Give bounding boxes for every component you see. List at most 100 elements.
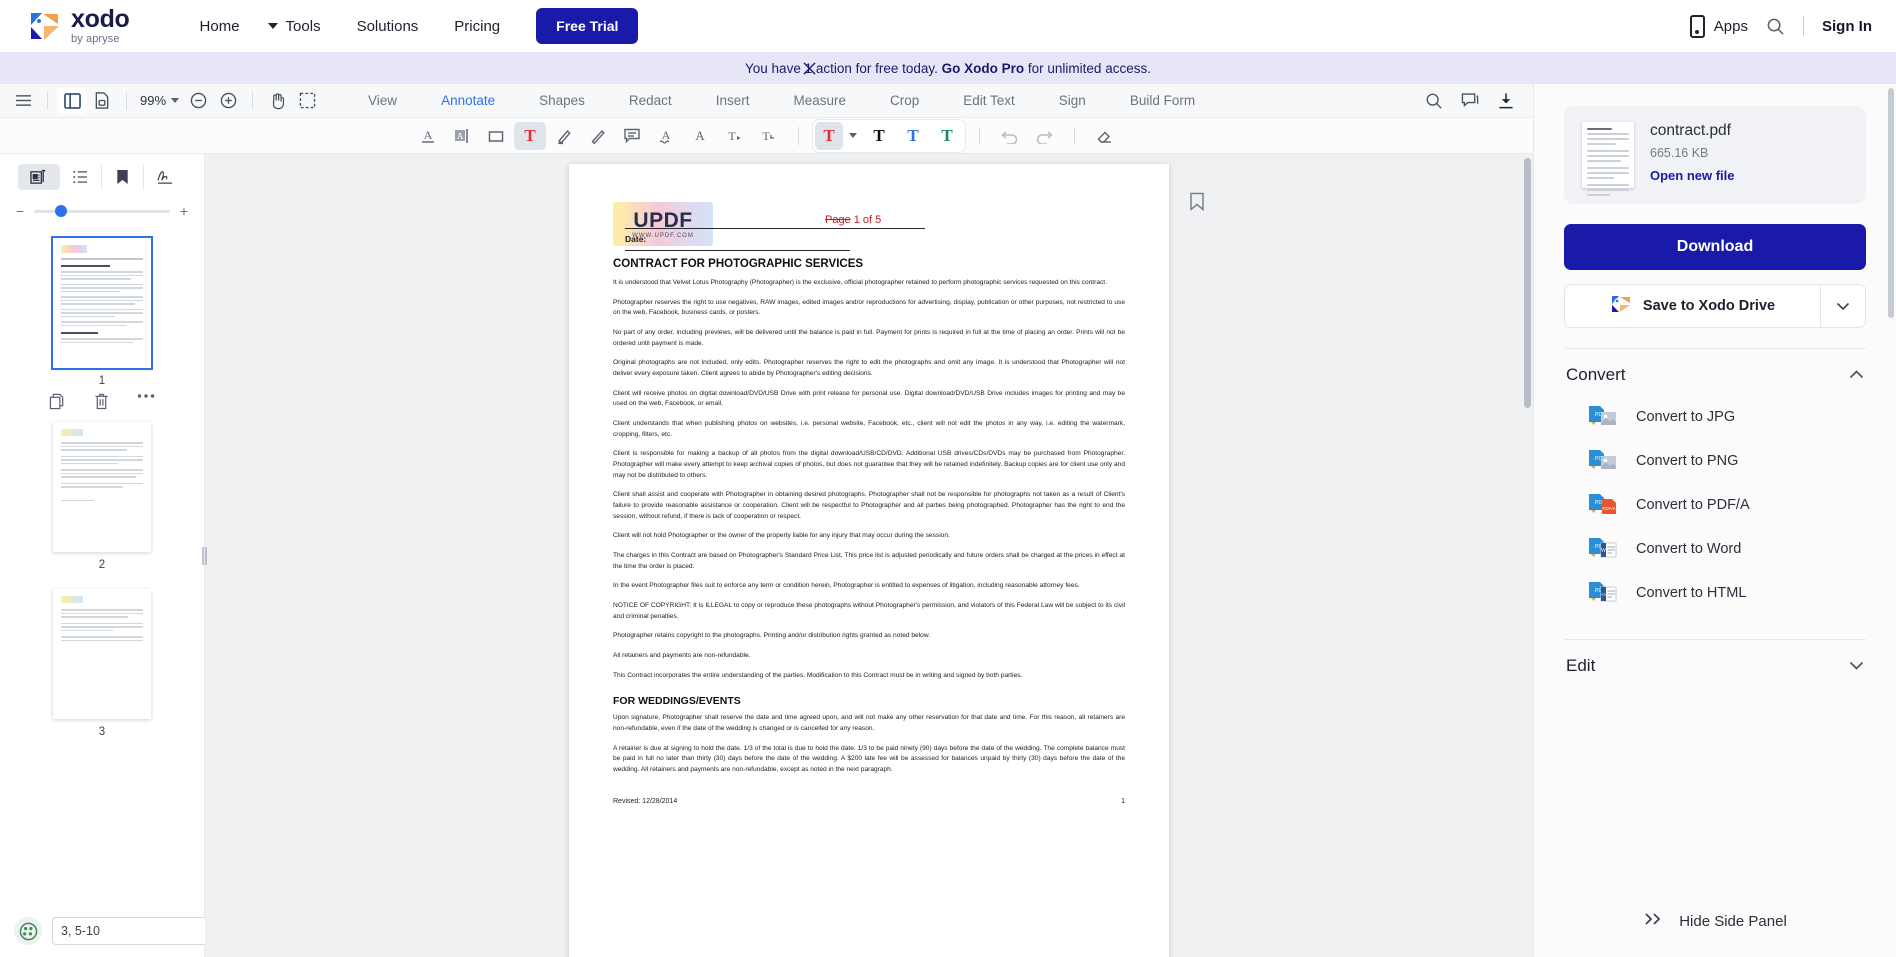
thumbnails-tab[interactable] bbox=[18, 164, 60, 190]
toolbar-right-actions bbox=[1419, 88, 1533, 114]
redo-icon[interactable] bbox=[1028, 122, 1060, 150]
convert-to-pdfa-item[interactable]: PDF PDF/A Convert to PDF/A bbox=[1564, 483, 1866, 527]
tab-build-form[interactable]: Build Form bbox=[1108, 84, 1217, 117]
thumb-zoom-out-label[interactable]: − bbox=[16, 204, 24, 218]
slider-knob[interactable] bbox=[55, 205, 67, 217]
panel-resize-handle[interactable] bbox=[200, 542, 208, 570]
bookmarks-tab[interactable] bbox=[102, 164, 144, 190]
save-to-xodo-drive-button[interactable]: Save to Xodo Drive bbox=[1564, 284, 1866, 328]
hamburger-menu-icon[interactable] bbox=[8, 88, 38, 114]
tab-crop[interactable]: Crop bbox=[868, 84, 941, 117]
download-button[interactable]: Download bbox=[1564, 224, 1866, 270]
color-black-swatch[interactable]: T bbox=[863, 122, 895, 150]
outline-tab[interactable] bbox=[60, 164, 102, 190]
save-drive-main[interactable]: Save to Xodo Drive bbox=[1565, 294, 1820, 318]
bookmark-page-icon[interactable] bbox=[1189, 192, 1205, 216]
subtoolbar-separator-2 bbox=[979, 127, 980, 145]
convert-to-png-item[interactable]: PDF Convert to PNG bbox=[1564, 439, 1866, 483]
nav-item-solutions[interactable]: Solutions bbox=[339, 12, 437, 41]
nav-item-pricing[interactable]: Pricing bbox=[436, 12, 518, 41]
strikeout-icon[interactable]: A bbox=[684, 122, 716, 150]
text-color-dropdown-icon[interactable] bbox=[845, 122, 861, 150]
text-insert-icon[interactable]: T bbox=[718, 122, 750, 150]
free-trial-button[interactable]: Free Trial bbox=[536, 8, 638, 44]
tab-redact[interactable]: Redact bbox=[607, 84, 694, 117]
thumbnail-page-1[interactable]: 1 bbox=[0, 238, 204, 387]
pen-icon[interactable] bbox=[582, 122, 614, 150]
color-palette-icon[interactable] bbox=[14, 917, 42, 945]
tab-annotate[interactable]: Annotate bbox=[419, 84, 517, 117]
text-box-icon[interactable]: A bbox=[446, 122, 478, 150]
text-replace-icon[interactable]: T bbox=[752, 122, 784, 150]
convert-to-pdfa-label: Convert to PDF/A bbox=[1636, 497, 1750, 513]
tab-sign[interactable]: Sign bbox=[1037, 84, 1108, 117]
xodo-logo[interactable]: xodo by apryse bbox=[28, 7, 130, 45]
file-size: 665.16 KB bbox=[1650, 146, 1735, 160]
slider-track[interactable] bbox=[34, 210, 170, 213]
color-green-swatch[interactable]: T bbox=[931, 122, 963, 150]
download-icon[interactable] bbox=[1491, 88, 1521, 114]
tab-view[interactable]: View bbox=[346, 84, 419, 117]
zoom-out-icon[interactable] bbox=[183, 88, 213, 114]
thumbnail-page-3[interactable]: 3 bbox=[0, 589, 204, 738]
open-new-file-link[interactable]: Open new file bbox=[1650, 168, 1735, 183]
convert-to-word-item[interactable]: PDF W Convert to Word bbox=[1564, 527, 1866, 571]
sign-in-button[interactable]: Sign In bbox=[1822, 18, 1872, 35]
eraser-icon[interactable] bbox=[1089, 122, 1121, 150]
nav-item-tools[interactable]: Tools bbox=[258, 12, 339, 41]
tab-insert[interactable]: Insert bbox=[694, 84, 772, 117]
chevron-down-icon[interactable] bbox=[1849, 657, 1864, 675]
color-black-glyph: T bbox=[873, 126, 884, 146]
color-blue-swatch[interactable]: T bbox=[897, 122, 929, 150]
file-info-card: contract.pdf 665.16 KB Open new file bbox=[1564, 106, 1866, 204]
marquee-select-icon[interactable] bbox=[292, 88, 322, 114]
more-options-icon[interactable] bbox=[137, 393, 155, 410]
thumbnail-zoom-slider[interactable]: − + bbox=[0, 196, 204, 232]
document-scrollbar[interactable] bbox=[1524, 158, 1531, 408]
thumbnail-card[interactable] bbox=[53, 238, 151, 368]
thumb-zoom-in-label[interactable]: + bbox=[180, 204, 188, 218]
document-viewport[interactable]: UPDF WWW.UPDF.COM Page 1 of 5 Date: CONT… bbox=[205, 154, 1533, 957]
go-xodo-pro-link[interactable]: Go Xodo Pro bbox=[942, 61, 1025, 76]
thumbnail-list[interactable]: 1 bbox=[0, 232, 204, 957]
nav-item-home[interactable]: Home bbox=[182, 12, 258, 41]
sticky-note-icon[interactable] bbox=[616, 122, 648, 150]
tab-edit-text[interactable]: Edit Text bbox=[941, 84, 1037, 117]
undo-icon[interactable] bbox=[994, 122, 1026, 150]
page-view-icon[interactable] bbox=[87, 88, 117, 114]
viewer-column: 99% bbox=[0, 84, 1533, 957]
thumbnail-page-2[interactable]: 2 bbox=[0, 422, 204, 571]
thumbnail-card[interactable] bbox=[53, 589, 151, 719]
hide-side-panel-button[interactable]: Hide Side Panel bbox=[1534, 911, 1896, 931]
apps-button[interactable]: Apps bbox=[1690, 15, 1748, 38]
duplicate-page-icon[interactable] bbox=[49, 393, 66, 410]
zoom-in-icon[interactable] bbox=[213, 88, 243, 114]
highlighter-icon[interactable] bbox=[548, 122, 580, 150]
delete-page-icon[interactable] bbox=[94, 393, 109, 410]
convert-to-html-item[interactable]: PDF <> Convert to HTML bbox=[1564, 571, 1866, 615]
chevron-down-icon[interactable] bbox=[1821, 302, 1865, 311]
rectangle-icon[interactable] bbox=[480, 122, 512, 150]
search-icon[interactable] bbox=[1766, 17, 1785, 36]
squiggly-underline-icon[interactable]: A bbox=[650, 122, 682, 150]
comments-panel-icon[interactable] bbox=[1455, 88, 1485, 114]
zoom-level-selector[interactable]: 99% bbox=[136, 93, 183, 108]
tab-measure[interactable]: Measure bbox=[771, 84, 868, 117]
convert-section-header[interactable]: Convert bbox=[1564, 349, 1866, 395]
underline-text-icon[interactable]: A bbox=[412, 122, 444, 150]
color-red-swatch[interactable]: T bbox=[815, 122, 843, 150]
thumbnail-card[interactable] bbox=[53, 422, 151, 552]
close-icon[interactable] bbox=[800, 59, 818, 77]
page-indicator-annotation[interactable]: Page 1 of 5 bbox=[825, 214, 881, 226]
tab-shapes[interactable]: Shapes bbox=[517, 84, 607, 117]
edit-section-header[interactable]: Edit bbox=[1564, 640, 1866, 686]
free-text-icon[interactable]: T bbox=[514, 122, 546, 150]
right-panel-scrollbar[interactable] bbox=[1888, 88, 1894, 318]
signatures-tab[interactable] bbox=[144, 164, 186, 190]
side-panel-toggle-icon[interactable] bbox=[57, 88, 87, 114]
search-icon[interactable] bbox=[1419, 88, 1449, 114]
pan-hand-icon[interactable] bbox=[262, 88, 292, 114]
document-page[interactable]: UPDF WWW.UPDF.COM Page 1 of 5 Date: CONT… bbox=[569, 164, 1169, 957]
convert-to-jpg-item[interactable]: PDF Convert to JPG bbox=[1564, 395, 1866, 439]
chevron-up-icon[interactable] bbox=[1849, 366, 1864, 384]
